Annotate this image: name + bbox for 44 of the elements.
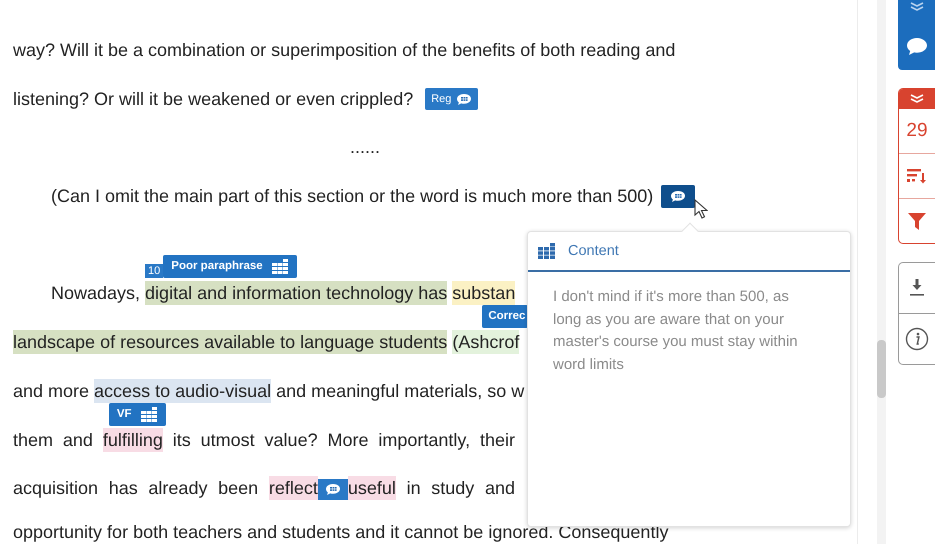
comments-panel-button[interactable] [898, 0, 935, 70]
filter-icon[interactable] [908, 212, 926, 230]
comment-icon [324, 482, 341, 496]
comment-badge[interactable]: Reg [425, 88, 478, 110]
grid-icon [140, 406, 158, 422]
highlighted-text: digital and information technology has [145, 281, 448, 306]
body-text: in study and [406, 478, 515, 498]
highlighted-text: landscape of resources available to language students [13, 330, 448, 354]
grid-icon [272, 259, 289, 274]
highlighted-text: (Ashcrof [452, 330, 520, 354]
body-text: opportunity for both teachers and students and it cannot be ignored. Consequently [13, 522, 668, 543]
body-text: listening? Or will it be weakened or even crippled? [13, 88, 414, 110]
body-text: them and [13, 430, 94, 450]
highlighted-text: substan [452, 281, 516, 306]
cursor-icon [694, 199, 708, 220]
highlighted-text: access to audio-visual [94, 378, 272, 403]
feedback-tag[interactable]: VF [108, 402, 166, 426]
grid-icon [538, 243, 556, 259]
comment-text: I don't mind if it's more than 500, as long as you are aware that on your master's course you must stay within word limits [552, 287, 799, 374]
body-text: and meaningful materials, so w [275, 380, 524, 402]
sort-icon[interactable] [907, 168, 927, 184]
popup-title: Content [568, 243, 619, 259]
feedback-tag[interactable]: Correc [482, 304, 528, 328]
comment-icon [670, 190, 686, 203]
body-text: acquisition has already been [13, 478, 260, 498]
feedback-tag[interactable]: Poor paraphrase [163, 255, 297, 278]
issue-count: 29 [906, 120, 928, 142]
info-icon[interactable] [905, 327, 929, 351]
body-text: ...... [350, 137, 380, 158]
body-text: Nowadays, [51, 283, 142, 304]
count-label: 10 [145, 264, 164, 278]
body-text: (Can I omit the main part of this section or the word is much more than 500) [51, 186, 654, 207]
body-text: its utmost value? More importantly, their [172, 430, 515, 450]
body-text: and more [13, 380, 90, 402]
speech-bubble-icon [906, 37, 928, 56]
highlighted-text: reflect [268, 476, 318, 500]
comment-icon [456, 92, 472, 106]
highlighted-text: useful [348, 476, 396, 500]
scrollbar-thumb[interactable] [876, 340, 886, 398]
download-icon[interactable] [909, 279, 925, 297]
highlighted-text: fulfilling [102, 428, 163, 452]
body-text: way? Will it be a combination or superimposition of the benefits of both reading and [13, 40, 676, 61]
scrollbar[interactable] [876, 0, 886, 544]
comment-badge[interactable] [661, 184, 696, 208]
